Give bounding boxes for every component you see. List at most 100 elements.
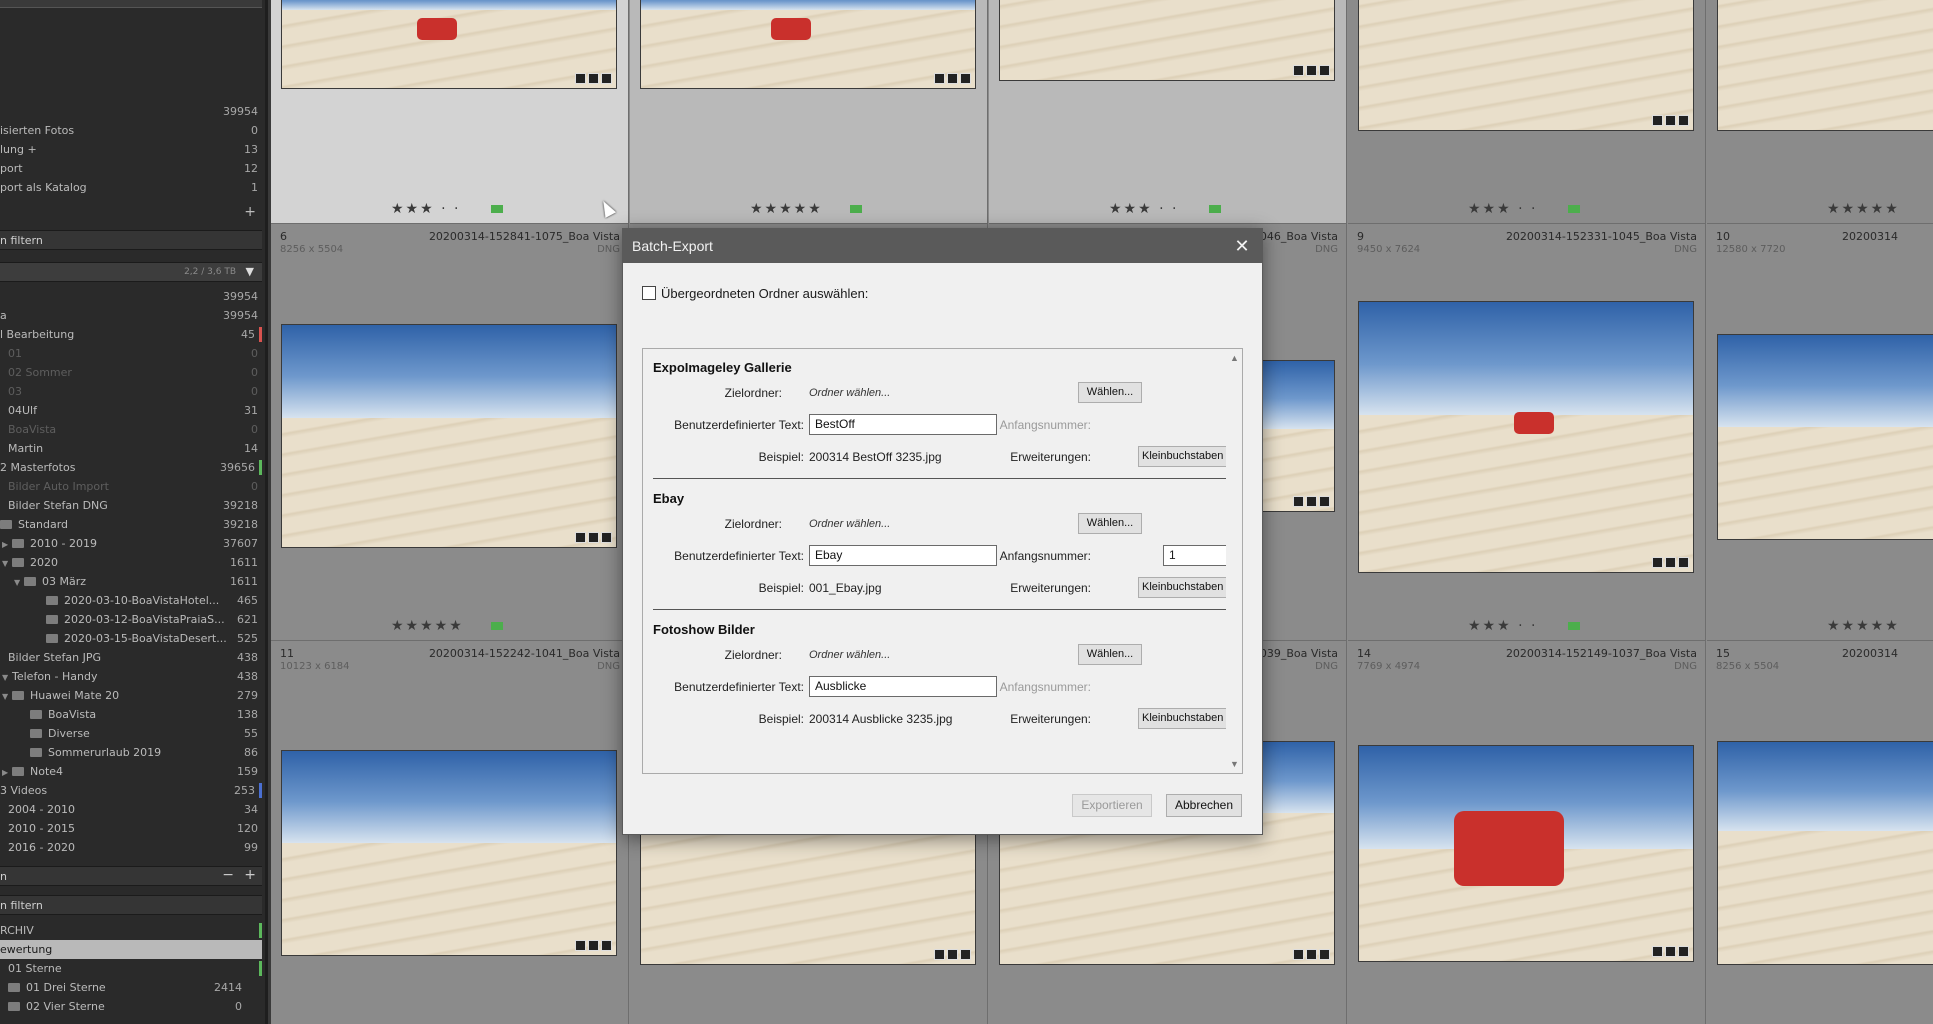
parent-folder-option[interactable]: Übergeordneten Ordner auswählen: — [642, 286, 868, 301]
photo-thumbnail[interactable] — [1717, 741, 1933, 965]
folder-row[interactable]: 39954 — [0, 287, 262, 306]
folder-row[interactable]: ▶ 2010 - 2019 37607 — [0, 534, 262, 553]
folder-row[interactable]: BoaVista 138 — [0, 705, 262, 724]
scroll-up-icon[interactable]: ▲ — [1230, 353, 1239, 363]
folder-row[interactable]: Bilder Stefan JPG 438 — [0, 648, 262, 667]
folder-row[interactable]: ▶ Note4 159 — [0, 762, 262, 781]
folder-row[interactable]: 2020-03-15-BoaVistaDesert... 525 — [0, 629, 262, 648]
catalog-item[interactable]: lung + 13 — [0, 140, 262, 159]
folder-row[interactable]: 02 Sommer 0 — [0, 363, 262, 382]
choose-folder-button[interactable]: Wählen... — [1078, 513, 1142, 534]
folder-row[interactable]: 2020-03-12-BoaVistaPraiaS... 621 — [0, 610, 262, 629]
grid-cell[interactable]: ★★★★★ — [1707, 0, 1933, 224]
collection-row[interactable]: 01 Sterne — [0, 959, 262, 978]
close-icon[interactable]: ✕ — [1232, 236, 1252, 256]
photo-thumbnail[interactable] — [1358, 301, 1694, 573]
collection-row[interactable]: 02 Vier Sterne 0 — [0, 997, 262, 1016]
photo-thumbnail[interactable] — [281, 0, 617, 89]
folder-row[interactable]: Martin 14 — [0, 439, 262, 458]
catalog-item[interactable]: isierten Fotos 0 — [0, 121, 262, 140]
grid-cell[interactable]: 15 20200314 8256 x 5504 — [1707, 641, 1933, 1024]
star-rating[interactable]: ★★★★★ — [1827, 618, 1900, 634]
folder-row[interactable]: 2 Masterfotos 39656 — [0, 458, 262, 477]
folder-row[interactable]: 04Ulf 31 — [0, 401, 262, 420]
folder-row[interactable]: Sommerurlaub 2019 86 — [0, 743, 262, 762]
expand-triangle-icon[interactable]: ▶ — [2, 535, 12, 554]
dialog-titlebar[interactable]: Batch-Export ✕ — [623, 229, 1262, 263]
folder-row[interactable]: Bilder Auto Import 0 — [0, 477, 262, 496]
custom-text-input[interactable]: Ausblicke — [809, 676, 997, 697]
folder-row[interactable]: l Bearbeitung 45 — [0, 325, 262, 344]
photo-thumbnail[interactable] — [640, 0, 976, 89]
folder-row[interactable]: 03 0 — [0, 382, 262, 401]
collapse-triangle-icon[interactable]: ▼ — [2, 687, 12, 706]
start-number-input[interactable]: 1 — [1163, 545, 1229, 566]
extensions-dropdown[interactable]: Kleinbuchstaben — [1138, 577, 1228, 598]
star-rating[interactable]: ★★★ · · — [391, 201, 460, 217]
extensions-dropdown[interactable]: Kleinbuchstaben — [1138, 708, 1228, 729]
folder-row[interactable]: 3 Videos 253 — [0, 781, 262, 800]
folder-row[interactable]: 2004 - 2010 34 — [0, 800, 262, 819]
photo-thumbnail[interactable] — [1358, 745, 1694, 962]
photo-thumbnail[interactable] — [1717, 334, 1933, 540]
presets-scrollbar[interactable]: ▲ ▼ — [1226, 349, 1242, 773]
folder-row[interactable]: 2016 - 2020 99 — [0, 838, 262, 857]
volume-dropdown-icon[interactable]: ▼ — [246, 265, 254, 278]
choose-folder-button[interactable]: Wählen... — [1078, 644, 1142, 665]
folder-row[interactable]: Diverse 55 — [0, 724, 262, 743]
scroll-down-icon[interactable]: ▼ — [1230, 759, 1239, 769]
collapse-triangle-icon[interactable]: ▼ — [14, 573, 24, 592]
folder-row[interactable]: 01 0 — [0, 344, 262, 363]
extensions-dropdown[interactable]: Kleinbuchstaben — [1138, 446, 1228, 467]
star-rating[interactable]: ★★★ · · — [1468, 618, 1537, 634]
grid-cell[interactable]: 11 20200314-152242-1041_Boa Vista 10123 … — [271, 641, 629, 1024]
photo-thumbnail[interactable] — [1358, 0, 1694, 131]
collection-row[interactable]: 01 Drei Sterne 2414 — [0, 978, 262, 997]
grid-cell[interactable]: ★★★ · · — [271, 0, 629, 224]
collapse-triangle-icon[interactable]: ▼ — [2, 554, 12, 573]
export-button[interactable]: Exportieren — [1072, 794, 1152, 817]
choose-folder-button[interactable]: Wählen... — [1078, 382, 1142, 403]
grid-cell[interactable]: 9 20200314-152331-1045_Boa Vista 9450 x … — [1348, 224, 1706, 641]
photo-thumbnail[interactable] — [1717, 0, 1933, 131]
folder-row[interactable]: ▼ 2020 1611 — [0, 553, 262, 572]
remove-collection-icon[interactable]: − — [222, 867, 234, 883]
grid-cell[interactable]: ★★★ · · — [1348, 0, 1706, 224]
grid-cell[interactable]: ★★★★★ — [630, 0, 988, 224]
collection-row[interactable]: RCHIV — [0, 921, 262, 940]
parent-folder-checkbox[interactable] — [642, 286, 656, 300]
photo-thumbnail[interactable] — [640, 831, 976, 965]
photo-thumbnail[interactable] — [281, 750, 617, 956]
custom-text-input[interactable]: BestOff — [809, 414, 997, 435]
folder-row[interactable]: ▼ Huawei Mate 20 279 — [0, 686, 262, 705]
grid-cell[interactable]: 6 20200314-152841-1075_Boa Vista 8256 x … — [271, 224, 629, 641]
photo-thumbnail[interactable] — [999, 0, 1335, 81]
add-collection-icon[interactable]: + — [244, 867, 256, 883]
folder-row[interactable]: 2010 - 2015 120 — [0, 819, 262, 838]
custom-text-input[interactable]: Ebay — [809, 545, 997, 566]
folder-row[interactable]: a 39954 — [0, 306, 262, 325]
folder-filter-bar[interactable]: n filtern — [0, 230, 262, 250]
photo-thumbnail[interactable] — [281, 324, 617, 548]
folders-panel-header[interactable]: + — [0, 203, 262, 222]
folder-row[interactable]: Bilder Stefan DNG 39218 — [0, 496, 262, 515]
folder-row[interactable]: Standard 39218 — [0, 515, 262, 534]
catalog-all-photos[interactable]: 39954 — [0, 102, 262, 121]
volume-bar[interactable]: 2,2 / 3,6 TB ▼ — [0, 262, 262, 282]
star-rating[interactable]: ★★★★★ — [391, 618, 464, 634]
catalog-item[interactable]: port als Katalog 1 — [0, 178, 262, 197]
collapse-triangle-icon[interactable]: ▼ — [2, 668, 12, 687]
grid-cell[interactable]: 10 20200314 12580 x 7720 ★★★★★ — [1707, 224, 1933, 641]
grid-cell[interactable]: 14 20200314-152149-1037_Boa Vista 7769 x… — [1348, 641, 1706, 1024]
collections-header[interactable]: n − + — [0, 866, 262, 886]
folder-row[interactable]: BoaVista 0 — [0, 420, 262, 439]
folder-row[interactable]: ▼ Telefon - Handy 438 — [0, 667, 262, 686]
folder-row[interactable]: ▼ 03 März 1611 — [0, 572, 262, 591]
star-rating[interactable]: ★★★★★ — [750, 201, 823, 217]
star-rating[interactable]: ★★★ · · — [1468, 201, 1537, 217]
grid-cell[interactable]: ★★★ · · — [989, 0, 1347, 224]
collections-filter-bar[interactable]: n filtern — [0, 895, 262, 915]
catalog-item[interactable]: port 12 — [0, 159, 262, 178]
star-rating[interactable]: ★★★★★ — [1827, 201, 1900, 217]
add-folder-icon[interactable]: + — [244, 203, 256, 222]
